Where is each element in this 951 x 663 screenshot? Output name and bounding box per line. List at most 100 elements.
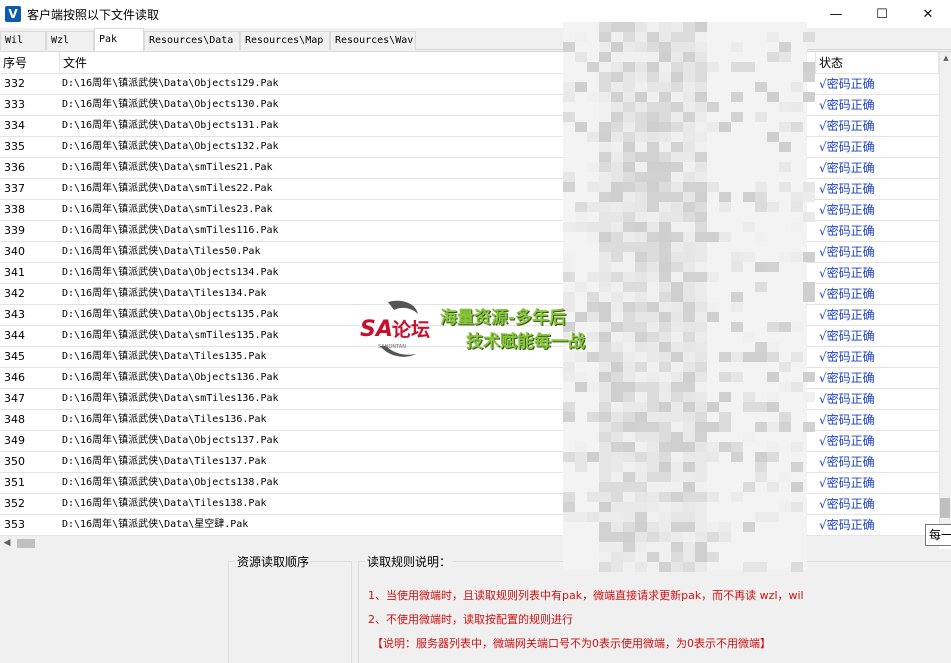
pixel-block (659, 72, 671, 82)
pixel-block (659, 222, 671, 232)
pixel-block (623, 132, 635, 142)
pixel-block (635, 362, 647, 372)
pixel-block (659, 172, 671, 182)
pixel-block (695, 442, 707, 452)
pixel-block (791, 252, 803, 262)
pixel-block (743, 562, 755, 572)
pixel-block (587, 132, 599, 142)
pixel-block (563, 92, 575, 102)
scroll-left-arrow-icon[interactable]: ◀ (0, 536, 14, 549)
pixel-block (707, 312, 719, 322)
pixel-block (623, 232, 635, 242)
tab-resources-wav[interactable]: Resources\Wav (330, 31, 416, 50)
pixel-block (659, 282, 671, 292)
pixel-block (659, 192, 671, 202)
pixel-block (647, 472, 659, 482)
pixel-block (695, 492, 707, 502)
pixel-block (695, 152, 707, 162)
close-button[interactable]: ✕ (905, 0, 951, 28)
pixel-block (587, 232, 599, 242)
pixel-block (611, 172, 623, 182)
pixel-block (659, 352, 671, 362)
pixel-block (563, 252, 575, 262)
maximize-button[interactable]: ☐ (859, 0, 905, 28)
pixel-block (695, 282, 707, 292)
pixel-block (599, 202, 611, 212)
pixel-block (779, 502, 791, 512)
header-num[interactable]: 序号 (0, 52, 60, 74)
pixel-block (683, 162, 695, 172)
pixel-block (611, 462, 623, 472)
pixel-block (611, 32, 623, 42)
pixel-block (671, 82, 683, 92)
pixel-block (671, 132, 683, 142)
pixel-block (779, 382, 791, 392)
tab-wzl[interactable]: Wzl (46, 31, 94, 50)
pixel-block (683, 412, 695, 422)
row-number: 335 (4, 140, 25, 153)
pixel-block (635, 452, 647, 462)
row-status: √密码正确 (819, 413, 875, 427)
pixel-block (659, 362, 671, 372)
header-status[interactable]: 状态 (815, 52, 939, 74)
resource-order-group: 资源读取顺序 (228, 553, 352, 663)
tab-wil[interactable]: Wil (0, 31, 46, 50)
pixel-block (635, 402, 647, 412)
pixel-block (803, 282, 815, 292)
svg-text:SA: SA (360, 317, 393, 342)
vertical-scrollbar[interactable]: ▲ ▼ (939, 52, 951, 536)
pixel-block (599, 152, 611, 162)
pixel-block (611, 62, 623, 72)
pixel-block (575, 512, 587, 522)
row-status: √密码正确 (819, 329, 875, 343)
pixel-block (599, 392, 611, 402)
pixel-block (671, 202, 683, 212)
pixel-block (611, 102, 623, 112)
pixel-block (647, 372, 659, 382)
pixel-block (647, 522, 659, 532)
pixel-block (719, 412, 731, 422)
pixel-block (647, 562, 659, 572)
pixel-block (611, 352, 623, 362)
pixel-block (659, 242, 671, 252)
pixel-block (587, 312, 599, 322)
pixel-block (647, 92, 659, 102)
pixel-block (599, 232, 611, 242)
row-file-path: D:\16周年\镇派武侠\Data\星空肆.Pak (62, 519, 249, 530)
vertical-scroll-thumb[interactable] (940, 498, 950, 518)
tab-resources-data[interactable]: Resources\Data (144, 31, 240, 50)
pixel-block (647, 252, 659, 262)
pixel-block (743, 332, 755, 342)
pixel-block (659, 52, 671, 62)
pixel-block (587, 302, 599, 312)
tab-pak[interactable]: Pak (94, 28, 144, 51)
scroll-up-arrow-icon[interactable]: ▲ (941, 52, 951, 64)
rule-line-1: 1、当使用微端时，且读取规则列表中有pak，微端直接请求更新pak，而不再读 w… (368, 589, 804, 602)
pixel-block (611, 72, 623, 82)
header-file[interactable]: 文件 (60, 52, 564, 74)
pixel-block (731, 322, 743, 332)
pixel-block (743, 482, 755, 492)
row-number: 346 (4, 371, 25, 384)
pixel-block (755, 262, 767, 272)
pixel-block (695, 222, 707, 232)
pixel-block (647, 342, 659, 352)
pixel-block (599, 452, 611, 462)
pixel-block (563, 182, 575, 192)
pixel-block (659, 422, 671, 432)
pixel-block (695, 142, 707, 152)
row-number: 343 (4, 308, 25, 321)
pixel-block (767, 392, 779, 402)
minimize-button[interactable]: — (813, 0, 859, 28)
pixel-block (695, 202, 707, 212)
pixel-block (671, 512, 683, 522)
horizontal-scroll-thumb[interactable] (17, 539, 35, 548)
row-file-path: D:\16周年\镇派武侠\Data\smTiles22.Pak (62, 183, 273, 194)
pixel-block (671, 542, 683, 552)
pixel-block (671, 442, 683, 452)
tab-resources-map[interactable]: Resources\Map (240, 31, 330, 50)
pixel-block (683, 142, 695, 152)
pixel-block (623, 362, 635, 372)
pixel-block (671, 362, 683, 372)
pixel-block (647, 462, 659, 472)
